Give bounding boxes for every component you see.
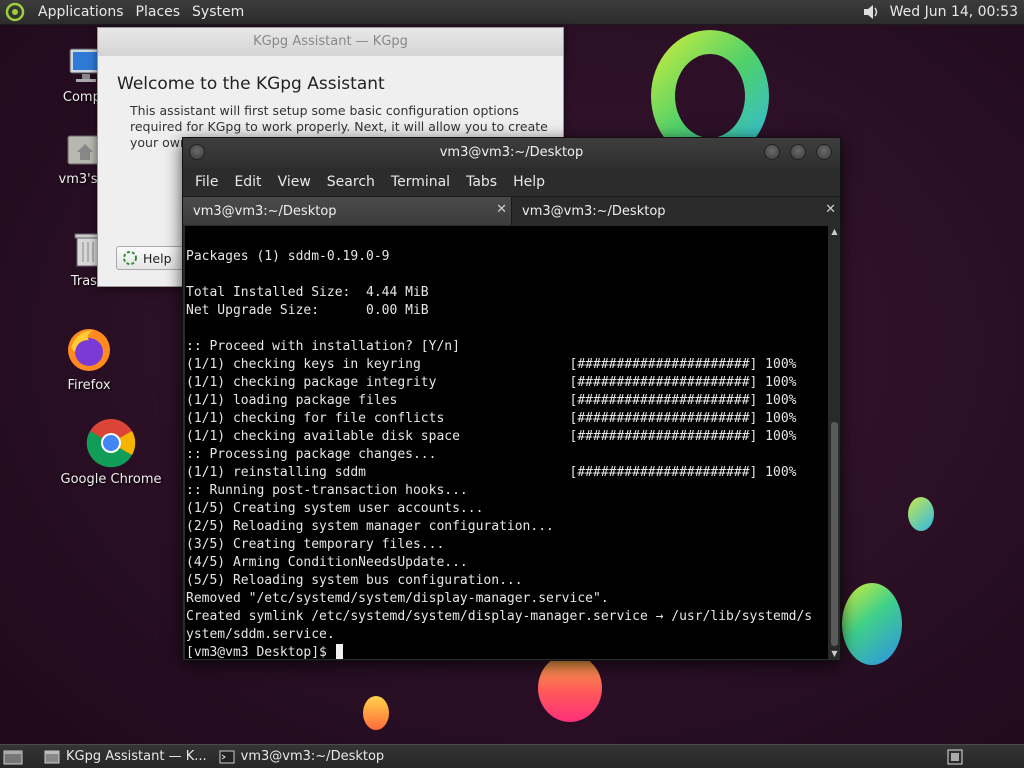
desktop-icon-firefox[interactable]: Firefox (39, 326, 139, 393)
maximize-button[interactable] (790, 144, 806, 160)
kgpg-titlebar[interactable]: KGpg Assistant — KGpg (98, 28, 563, 56)
help-icon (123, 251, 137, 265)
terminal-line: (1/1) reinstalling sddm [###############… (186, 465, 797, 480)
window-menu-button[interactable] (189, 144, 205, 160)
wallpaper-orb-large-green (842, 583, 902, 665)
terminal-line: (1/1) checking package integrity [######… (186, 375, 797, 390)
top-panel: Applications Places System Wed Jun 14, 0… (0, 0, 1024, 25)
help-button[interactable]: Help (116, 246, 186, 270)
terminal-window-icon (219, 750, 235, 763)
workspace-trash-icon[interactable] (946, 748, 964, 766)
kgpg-window-icon (44, 750, 60, 763)
taskbar-item-terminal[interactable]: vm3@vm3:~/Desktop (213, 746, 391, 768)
terminal-line: (1/5) Creating system user accounts... (186, 501, 484, 516)
tab-label: vm3@vm3:~/Desktop (522, 203, 666, 219)
firefox-icon (68, 329, 110, 371)
desktop-icon-label: Firefox (67, 378, 111, 393)
terminal-line: (1/1) loading package files [###########… (186, 393, 797, 408)
text-cursor (335, 644, 343, 659)
mate-logo-icon[interactable] (4, 1, 26, 23)
terminal-line: Net Upgrade Size: 0.00 MiB (186, 303, 429, 318)
terminal-line: :: Proceed with installation? [Y/n] (186, 339, 460, 354)
terminal-tab-2[interactable]: vm3@vm3:~/Desktop ✕ (512, 197, 840, 225)
menu-search[interactable]: Search (319, 174, 383, 190)
terminal-line: (4/5) Arming ConditionNeedsUpdate... (186, 555, 468, 570)
scrollbar-thumb[interactable] (831, 422, 838, 646)
terminal-title: vm3@vm3:~/Desktop (439, 145, 584, 160)
terminal-titlebar[interactable]: vm3@vm3:~/Desktop (183, 138, 840, 167)
terminal-line: (3/5) Creating temporary files... (186, 537, 445, 552)
taskbar-item-kgpg[interactable]: KGpg Assistant — K... (38, 746, 213, 768)
volume-icon[interactable] (862, 2, 882, 22)
terminal-line: (5/5) Reloading system bus configuration… (186, 573, 523, 588)
terminal-line: (1/1) checking keys in keyring [########… (186, 357, 797, 372)
desktop-icon-chrome[interactable]: Google Chrome (61, 418, 161, 487)
terminal-line: (2/5) Reloading system manager configura… (186, 519, 554, 534)
terminal-prompt: [vm3@vm3 Desktop]$ (186, 645, 335, 659)
menu-edit[interactable]: Edit (226, 174, 269, 190)
terminal-line: Total Installed Size: 4.44 MiB (186, 285, 429, 300)
close-button[interactable] (816, 144, 832, 160)
scroll-down-arrow-icon[interactable]: ▼ (829, 648, 840, 659)
menu-view[interactable]: View (270, 174, 319, 190)
clock[interactable]: Wed Jun 14, 00:53 (890, 4, 1018, 20)
terminal-menubar: File Edit View Search Terminal Tabs Help (183, 167, 840, 196)
terminal-window[interactable]: vm3@vm3:~/Desktop File Edit View Search … (182, 137, 841, 661)
terminal-line: (1/1) checking available disk space [###… (186, 429, 797, 444)
menu-system[interactable]: System (186, 4, 250, 20)
terminal-line: Created symlink /etc/systemd/system/disp… (186, 609, 813, 624)
kgpg-heading: Welcome to the KGpg Assistant (117, 74, 385, 94)
menu-tabs[interactable]: Tabs (458, 174, 505, 190)
minimize-button[interactable] (764, 144, 780, 160)
bottom-panel: KGpg Assistant — K... vm3@vm3:~/Desktop (0, 744, 1024, 768)
taskbar-label: vm3@vm3:~/Desktop (240, 749, 385, 764)
desktop-icon-label: Google Chrome (60, 472, 162, 487)
terminal-tabbar: vm3@vm3:~/Desktop ✕ vm3@vm3:~/Desktop ✕ (183, 196, 840, 225)
menu-file[interactable]: File (187, 174, 226, 190)
menu-places[interactable]: Places (130, 4, 187, 20)
tab-close-icon[interactable]: ✕ (825, 202, 836, 217)
menu-terminal[interactable]: Terminal (383, 174, 458, 190)
terminal-line: ystem/sddm.service. (186, 627, 335, 642)
terminal-line: Removed "/etc/systemd/system/display-man… (186, 591, 609, 606)
wallpaper-orb-small-blue (908, 497, 934, 531)
show-desktop-icon[interactable] (2, 747, 24, 767)
terminal-tab-1[interactable]: vm3@vm3:~/Desktop ✕ (183, 197, 512, 225)
menu-help[interactable]: Help (505, 174, 553, 190)
menu-applications[interactable]: Applications (32, 4, 130, 20)
terminal-scrollbar[interactable]: ▲ ▼ (829, 226, 840, 659)
terminal-line: Packages (1) sddm-0.19.0-9 (186, 249, 390, 264)
terminal-line: :: Running post-transaction hooks... (186, 483, 468, 498)
wallpaper-orb-red (538, 654, 602, 722)
tab-label: vm3@vm3:~/Desktop (193, 203, 337, 219)
terminal-output[interactable]: Packages (1) sddm-0.19.0-9 Total Install… (185, 226, 828, 659)
tab-close-icon[interactable]: ✕ (496, 202, 507, 217)
terminal-line: (1/1) checking for file conflicts [#####… (186, 411, 797, 426)
chrome-icon (86, 419, 136, 468)
terminal-line: :: Processing package changes... (186, 447, 437, 462)
wallpaper-orb-orange (363, 696, 389, 730)
help-button-label: Help (143, 250, 172, 266)
scroll-up-arrow-icon[interactable]: ▲ (829, 226, 840, 237)
taskbar-label: KGpg Assistant — K... (66, 749, 207, 764)
terminal-prompt-line: [vm3@vm3 Desktop]$ (185, 644, 828, 659)
